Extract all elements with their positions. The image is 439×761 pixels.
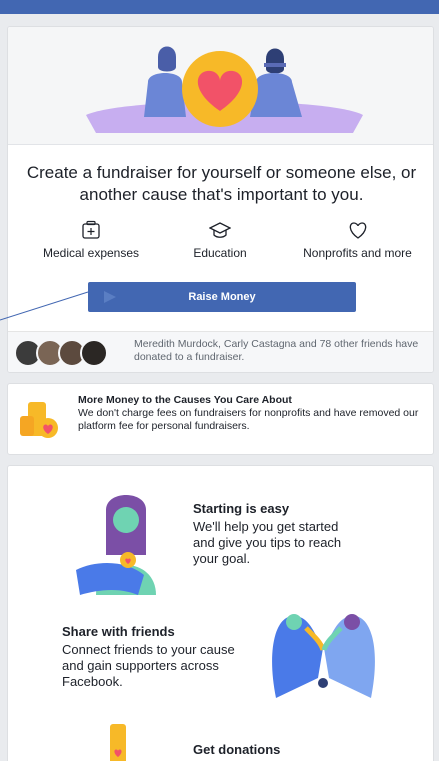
category-list: Medical expenses Education Nonprofits an… <box>8 220 433 270</box>
top-nav-bar <box>0 0 439 14</box>
play-icon <box>104 291 116 303</box>
feature-title: Get donations <box>193 742 281 757</box>
category-label: Education <box>193 246 247 260</box>
friend-avatars <box>14 339 134 367</box>
feature-description: We'll help you get started and give you … <box>193 519 342 566</box>
feature-title: Starting is easy <box>193 501 290 516</box>
friends-donated-text: Meredith Murdock, Carly Castagna and 78 … <box>134 338 419 363</box>
friends-donated-row[interactable]: Meredith Murdock, Carly Castagna and 78 … <box>8 331 433 372</box>
graduation-cap-icon <box>209 222 231 238</box>
fees-title: More Money to the Causes You Care About <box>78 394 292 406</box>
category-education[interactable]: Education <box>170 220 270 260</box>
fees-description: We don't charge fees on fundraisers for … <box>78 407 419 432</box>
feature-title: Share with friends <box>62 624 175 639</box>
starting-illustration <box>76 495 156 595</box>
raise-money-button[interactable]: Raise Money <box>88 282 356 312</box>
raise-money-label: Raise Money <box>188 291 256 303</box>
category-nonprofits[interactable]: Nonprofits and more <box>290 220 425 260</box>
share-illustration <box>272 614 375 698</box>
annotation-arrow <box>0 291 89 321</box>
page-headline: Create a fundraiser for yourself or some… <box>26 163 417 204</box>
hero-illustration <box>8 27 433 145</box>
medical-kit-icon <box>82 220 100 239</box>
avatar[interactable] <box>80 339 108 367</box>
donations-illustration <box>110 724 126 761</box>
category-label: Nonprofits and more <box>303 246 412 260</box>
category-medical[interactable]: Medical expenses <box>36 220 146 260</box>
heart-outline-icon <box>349 222 366 239</box>
category-label: Medical expenses <box>42 246 140 260</box>
coin-stack-icon <box>20 402 58 438</box>
features-card: Starting is easy We'll help you get star… <box>7 465 434 761</box>
fees-info-card: More Money to the Causes You Care About … <box>7 383 434 455</box>
feature-description: Connect friends to your cause and gain s… <box>62 642 235 689</box>
